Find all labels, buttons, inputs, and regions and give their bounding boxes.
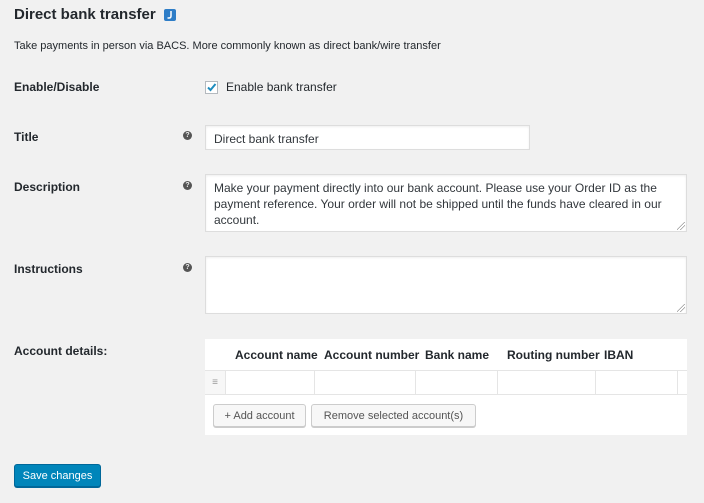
column-header-account-name: Account name	[235, 348, 318, 362]
instructions-label: Instructions	[14, 262, 83, 276]
column-header-iban: IBAN	[604, 348, 634, 362]
title-input[interactable]: Direct bank transfer	[205, 125, 530, 150]
enable-field: Enable bank transfer	[205, 80, 337, 94]
account-number-input[interactable]	[315, 371, 416, 394]
section-heading: Direct bank transfer	[14, 6, 176, 23]
enable-checkbox[interactable]	[205, 80, 218, 94]
description-text: Make your payment directly into our bank…	[214, 181, 662, 227]
iban-input[interactable]	[596, 371, 678, 394]
section-description: Take payments in person via BACS. More c…	[14, 40, 441, 52]
account-details-label: Account details:	[14, 344, 108, 358]
account-name-input[interactable]	[226, 371, 315, 394]
title-label: Title	[14, 130, 39, 144]
account-row: ≡	[205, 370, 687, 395]
help-icon[interactable]: ?	[183, 181, 192, 190]
account-details-table: Account name Account number Bank name Ro…	[205, 339, 687, 435]
instructions-textarea[interactable]	[205, 256, 687, 314]
checkmark-icon	[207, 82, 217, 91]
column-header-account-number: Account number	[324, 348, 420, 362]
description-label: Description	[14, 180, 81, 194]
bank-name-input[interactable]	[416, 371, 498, 394]
save-changes-button[interactable]: Save changes	[14, 464, 101, 487]
routing-number-input[interactable]	[498, 371, 596, 394]
enable-checkbox-label[interactable]: Enable bank transfer	[226, 80, 337, 94]
remove-accounts-button[interactable]: Remove selected account(s)	[311, 404, 476, 427]
page-title: Direct bank transfer	[14, 6, 156, 23]
help-icon[interactable]: ?	[183, 131, 192, 140]
return-arrow-icon[interactable]	[163, 8, 176, 21]
resize-handle[interactable]	[677, 222, 685, 230]
column-header-routing-number: Routing number	[507, 348, 600, 362]
drag-handle-icon[interactable]: ≡	[205, 371, 226, 394]
column-header-bank-name: Bank name	[425, 348, 490, 362]
enable-label: Enable/Disable	[14, 80, 100, 94]
resize-handle[interactable]	[677, 304, 685, 312]
description-textarea[interactable]: Make your payment directly into our bank…	[205, 174, 687, 232]
help-icon[interactable]: ?	[183, 263, 192, 272]
add-account-button[interactable]: + Add account	[213, 404, 306, 427]
